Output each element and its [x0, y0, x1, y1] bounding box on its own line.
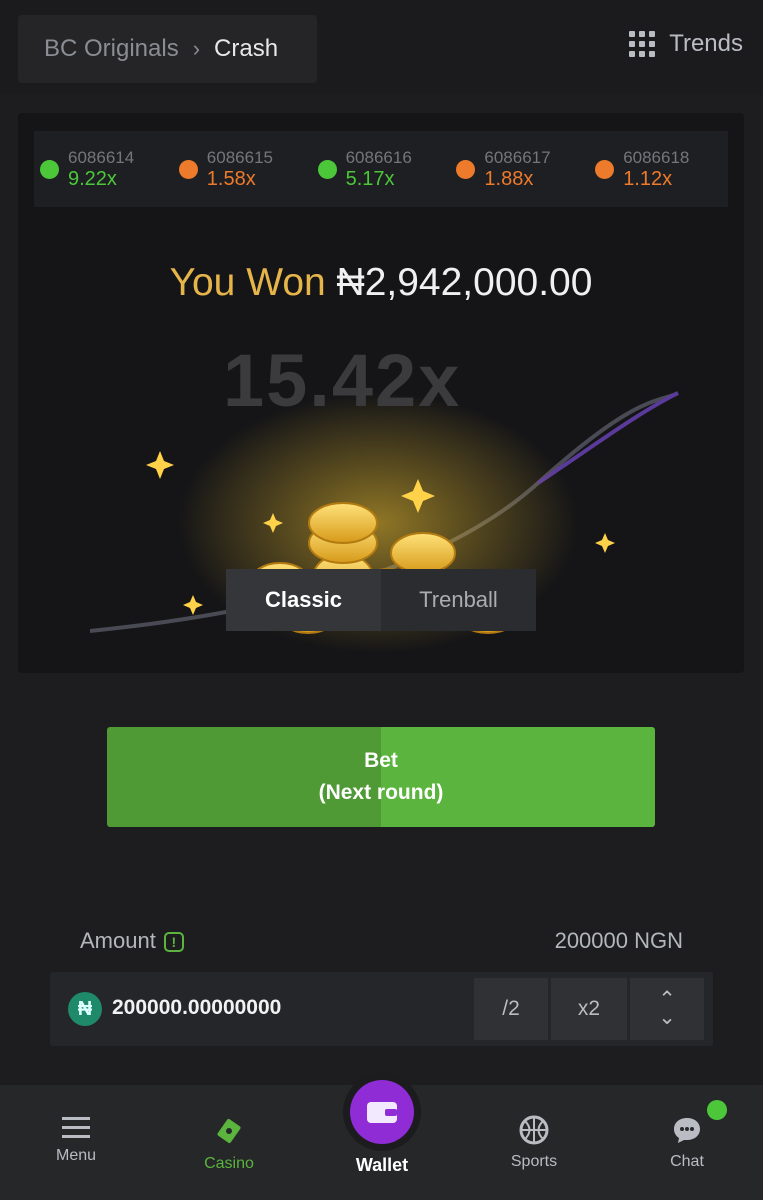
status-dot [40, 159, 59, 179]
online-status-dot [707, 1100, 727, 1120]
win-label: You Won [169, 261, 326, 304]
win-amount: ₦2,942,000.00 [336, 261, 593, 304]
round-id: 6086615 [206, 148, 273, 167]
round-id: 6086618 [623, 148, 690, 167]
sports-icon [519, 1115, 549, 1145]
amount-input-field[interactable]: ₦ 200000.00000000 /2 x2 ⌃ ⌄ [50, 972, 713, 1046]
history-item[interactable]: 6086617 1.88x [450, 148, 589, 190]
casino-icon [217, 1119, 241, 1143]
round-history: 6086614 9.22x 6086615 1.58x 6086616 5.17x 6… [34, 131, 728, 207]
amount-label: Amount [80, 928, 156, 953]
status-dot [178, 159, 198, 179]
nav-label: Chat [670, 1153, 704, 1170]
status-dot [456, 159, 476, 179]
status-dot [317, 159, 337, 179]
nav-sports[interactable]: Sports [484, 1115, 584, 1171]
nav-label: Casino [204, 1155, 254, 1172]
nav-casino[interactable]: Casino [179, 1115, 279, 1173]
nav-wallet-button[interactable] [343, 1073, 421, 1151]
tab-trenball[interactable]: Trenball [381, 569, 536, 631]
breadcrumb-parent[interactable]: BC Originals [44, 35, 179, 63]
round-id: 6086617 [484, 148, 551, 167]
round-multiplier: 1.88x [484, 168, 534, 190]
halve-button[interactable]: /2 [474, 978, 548, 1040]
chat-icon [674, 1118, 700, 1143]
nav-label: Sports [510, 1153, 558, 1170]
wallet-icon [367, 1102, 397, 1123]
nav-chat[interactable]: Chat [637, 1115, 737, 1171]
bet-button-sublabel: (Next round) [318, 781, 444, 804]
amount-stepper[interactable]: ⌃ ⌄ [630, 978, 704, 1040]
current-multiplier: 15.42x [223, 339, 462, 422]
grid-icon [629, 31, 656, 57]
breadcrumb: BC Originals › Crash [18, 15, 317, 83]
tab-classic[interactable]: Classic [226, 569, 381, 631]
history-item[interactable]: 6086614 9.22x [34, 148, 173, 190]
bet-button[interactable]: Bet (Next round) [107, 727, 655, 827]
nav-menu[interactable]: Menu [26, 1115, 126, 1165]
history-item[interactable]: 6086615 1.58x [173, 148, 312, 190]
mode-tabs: Classic Trenball [226, 569, 536, 631]
win-banner: You Won ₦2,942,000.00 [18, 261, 744, 305]
trends-button[interactable]: Trends [629, 30, 743, 58]
nav-label: Menu [55, 1147, 97, 1164]
history-item[interactable]: 6086618 1.12x [589, 148, 728, 190]
round-id: 6086614 [68, 148, 135, 167]
bottom-nav: Menu Casino Wallet Sports Chat [0, 1073, 763, 1200]
chevron-right-icon: › [192, 36, 201, 61]
round-multiplier: 1.58x [206, 168, 256, 190]
top-bar: BC Originals › Crash Trends [0, 0, 763, 95]
round-multiplier: 5.17x [345, 168, 395, 190]
game-panel: 6086614 9.22x 6086615 1.58x 6086616 5.17x 6… [18, 113, 744, 673]
menu-icon [62, 1117, 90, 1138]
double-button[interactable]: x2 [551, 978, 627, 1040]
amount-header: Amount! 200000 NGN [80, 928, 683, 954]
trends-label: Trends [669, 30, 743, 57]
round-id: 6086616 [345, 148, 412, 167]
round-multiplier: 9.22x [68, 168, 117, 190]
nav-wallet[interactable]: Wallet [332, 1155, 432, 1176]
bet-button-label: Bet [364, 749, 398, 772]
round-multiplier: 1.12x [623, 168, 673, 190]
breadcrumb-current: Crash [214, 35, 279, 62]
info-icon[interactable]: ! [163, 932, 184, 953]
amount-input-value[interactable]: 200000.00000000 [112, 996, 281, 1020]
history-item[interactable]: 6086616 5.17x [312, 148, 451, 190]
nav-label: Wallet [355, 1155, 409, 1175]
status-dot [595, 159, 615, 179]
amount-ngn-value: 200000 NGN [554, 928, 683, 953]
naira-currency-icon: ₦ [68, 992, 102, 1026]
chevron-down-icon[interactable]: ⌄ [658, 1007, 676, 1028]
